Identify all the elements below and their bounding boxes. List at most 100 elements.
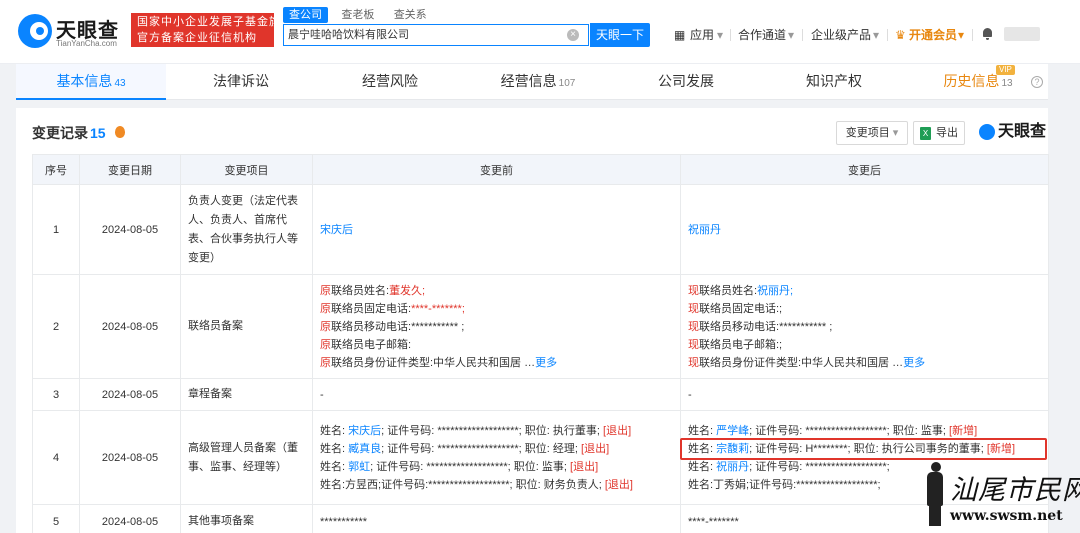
contact-line: 原联络员姓名:董发久; — [320, 282, 673, 300]
line-value: *********** ; — [779, 320, 833, 333]
vip-badge: VIP — [996, 65, 1015, 75]
nav-divider — [730, 29, 731, 41]
prefix-label: 现 — [688, 302, 699, 315]
prefix-label: 现 — [688, 338, 699, 351]
person-link[interactable]: 宗馥莉 — [716, 443, 749, 455]
cell-no: 1 — [32, 184, 80, 275]
cell-no: 2 — [32, 274, 80, 379]
line-text: 联络员姓名: — [331, 284, 390, 297]
export-button[interactable]: X 导出 — [913, 121, 965, 145]
table-row: 2 2024-08-05 联络员备案 原联络员姓名:董发久; 原联络员固定电话:… — [32, 274, 1049, 379]
bell-icon[interactable] — [982, 28, 993, 40]
table-row: 1 2024-08-05 负责人变更（法定代表人、负责人、首席代表、合伙事务执行… — [32, 184, 1049, 275]
more-link[interactable]: 更多 — [535, 357, 557, 369]
avatar[interactable] — [1004, 27, 1040, 41]
tab-basic-info[interactable]: 基本信息 43 — [16, 64, 166, 100]
change-records-panel: 变更记录 15 变更项目 ▾ X 导出 天眼查 序号 变更日期 变更项目 变更前 变… — [16, 108, 1049, 533]
line-text: 联络员固定电话: — [331, 302, 412, 315]
col-header-before: 变更前 — [312, 154, 681, 185]
nav-divider — [802, 29, 803, 41]
line-prefix: 姓名:丁秀娟; — [688, 478, 750, 491]
cell-after: - — [680, 378, 1049, 411]
cell-item: 章程备案 — [180, 378, 313, 411]
prefix-label: 现 — [688, 320, 699, 333]
nav-open-vip[interactable]: 开通会员 — [909, 26, 957, 44]
line-text: 证件号码:*******************; — [749, 478, 881, 491]
tianyancha-logo[interactable]: 天眼查 TianYanCha.com — [16, 12, 126, 52]
line-prefix: 姓名: — [688, 424, 717, 437]
cell-date: 2024-08-05 — [79, 504, 181, 533]
line-text: 联络员固定电话:; — [699, 302, 783, 315]
nav-enterprise[interactable]: 企业级产品 — [811, 26, 871, 44]
contact-line: 现联络员移动电话:*********** ; — [688, 318, 1041, 336]
person-link[interactable]: 郭虹 — [348, 461, 370, 473]
person-link[interactable]: 臧真良 — [348, 443, 381, 455]
excel-icon: X — [920, 127, 931, 140]
cell-date: 2024-08-05 — [79, 184, 181, 275]
tab-development[interactable]: 公司发展 — [612, 64, 760, 100]
prefix-label: 原 — [320, 284, 331, 297]
nav-divider — [972, 29, 973, 41]
cell-no: 3 — [32, 378, 80, 411]
change-item-filter[interactable]: 变更项目 ▾ — [836, 121, 908, 145]
contact-line: 原联络员移动电话:*********** ; — [320, 318, 673, 336]
tab-operation[interactable]: 经营信息 107 — [464, 64, 612, 100]
line-text: 联络员身份证件类型:中华人民共和国居 — [699, 356, 890, 369]
tab-risk[interactable]: 经营风险 — [316, 64, 464, 100]
line-prefix: 姓名: — [320, 442, 349, 455]
clear-icon[interactable]: × — [567, 29, 579, 41]
nav-apps[interactable]: 应用 — [690, 26, 714, 44]
exit-tag: [退出] — [604, 478, 633, 491]
manager-line: 姓名: 严学峰; 证件号码: *******************; 职位: … — [688, 422, 1041, 440]
tab-label: 经营风险 — [362, 73, 418, 89]
brand-name: 天眼查 — [998, 123, 1047, 140]
cell-before: *********** — [312, 504, 681, 533]
search-tab-company[interactable]: 查公司 — [283, 7, 328, 23]
person-link[interactable]: 宋庆后 — [312, 184, 681, 275]
cell-date: 2024-08-05 — [79, 378, 181, 411]
line-prefix: 姓名: — [688, 460, 717, 473]
line-text: 联络员姓名: — [699, 284, 758, 297]
cell-before: - — [312, 378, 681, 411]
tab-count: 43 — [114, 78, 126, 89]
section-title-text: 变更记录 — [32, 125, 88, 141]
line-prefix: 姓名: — [320, 460, 349, 473]
person-link[interactable]: 宋庆后 — [348, 425, 381, 437]
line-value[interactable]: 祝丽丹; — [757, 285, 793, 297]
contact-line: 现联络员姓名:祝丽丹; — [688, 282, 1041, 300]
help-icon[interactable]: ? — [1031, 76, 1043, 88]
search-tab-relation[interactable]: 查关系 — [388, 7, 433, 23]
crown-icon: ♛ — [895, 28, 906, 42]
manager-line: 姓名: 宗馥莉; 证件号码: H********; 职位: 执行公司事务的董事;… — [688, 440, 1041, 458]
tab-count: 13 — [1001, 78, 1013, 89]
tab-legal[interactable]: 法律诉讼 — [166, 64, 316, 100]
table-row: 3 2024-08-05 章程备案 - - — [32, 378, 1049, 411]
cell-before: 姓名: 宋庆后; 证件号码: *******************; 职位: … — [312, 410, 681, 505]
credential-banner: 国家中小企业发展子基金旗下 官方备案企业征信机构 — [131, 13, 292, 47]
tab-ip[interactable]: 知识产权 — [760, 64, 908, 100]
person-link[interactable]: 祝丽丹 — [680, 184, 1049, 275]
nav-channel[interactable]: 合作通道 — [738, 26, 786, 44]
line-prefix: 姓名: — [320, 424, 349, 437]
table-row: 5 2024-08-05 其他事项备案 *********** ****-***… — [32, 504, 1049, 533]
person-link[interactable]: 严学峰 — [716, 425, 749, 437]
eye-logo-icon — [18, 14, 52, 48]
prefix-label: 现 — [688, 356, 699, 369]
tab-history[interactable]: 历史信息 13 — [908, 64, 1048, 100]
cell-before: 原联络员姓名:董发久; 原联络员固定电话:****-*******; 原联络员移… — [312, 274, 681, 379]
search-type-tabs: 查公司 查老板 查关系 — [283, 7, 437, 23]
person-link[interactable]: 祝丽丹 — [716, 461, 749, 473]
search-tab-boss[interactable]: 查老板 — [335, 7, 380, 23]
chevron-down-icon: ▾ — [788, 28, 795, 42]
more-link[interactable]: 更多 — [903, 357, 925, 369]
contact-line: 原联络员身份证件类型:中华人民共和国居 …更多 — [320, 356, 558, 369]
search-input[interactable]: 晨宁哇哈哈饮料有限公司 — [283, 24, 589, 46]
cell-no: 4 — [32, 410, 80, 505]
line-prefix: 姓名:方昱西; — [320, 478, 382, 491]
line-prefix: 姓名: — [688, 442, 717, 455]
tab-label: 知识产权 — [806, 73, 862, 89]
watermark: 汕尾市民网 www.swsm.net — [918, 460, 1080, 530]
apps-grid-icon[interactable]: ▦ — [674, 26, 685, 44]
search-button[interactable]: 天眼一下 — [590, 23, 650, 47]
line-text: ; 证件号码: *******************; 职位: 经理; — [381, 442, 582, 455]
